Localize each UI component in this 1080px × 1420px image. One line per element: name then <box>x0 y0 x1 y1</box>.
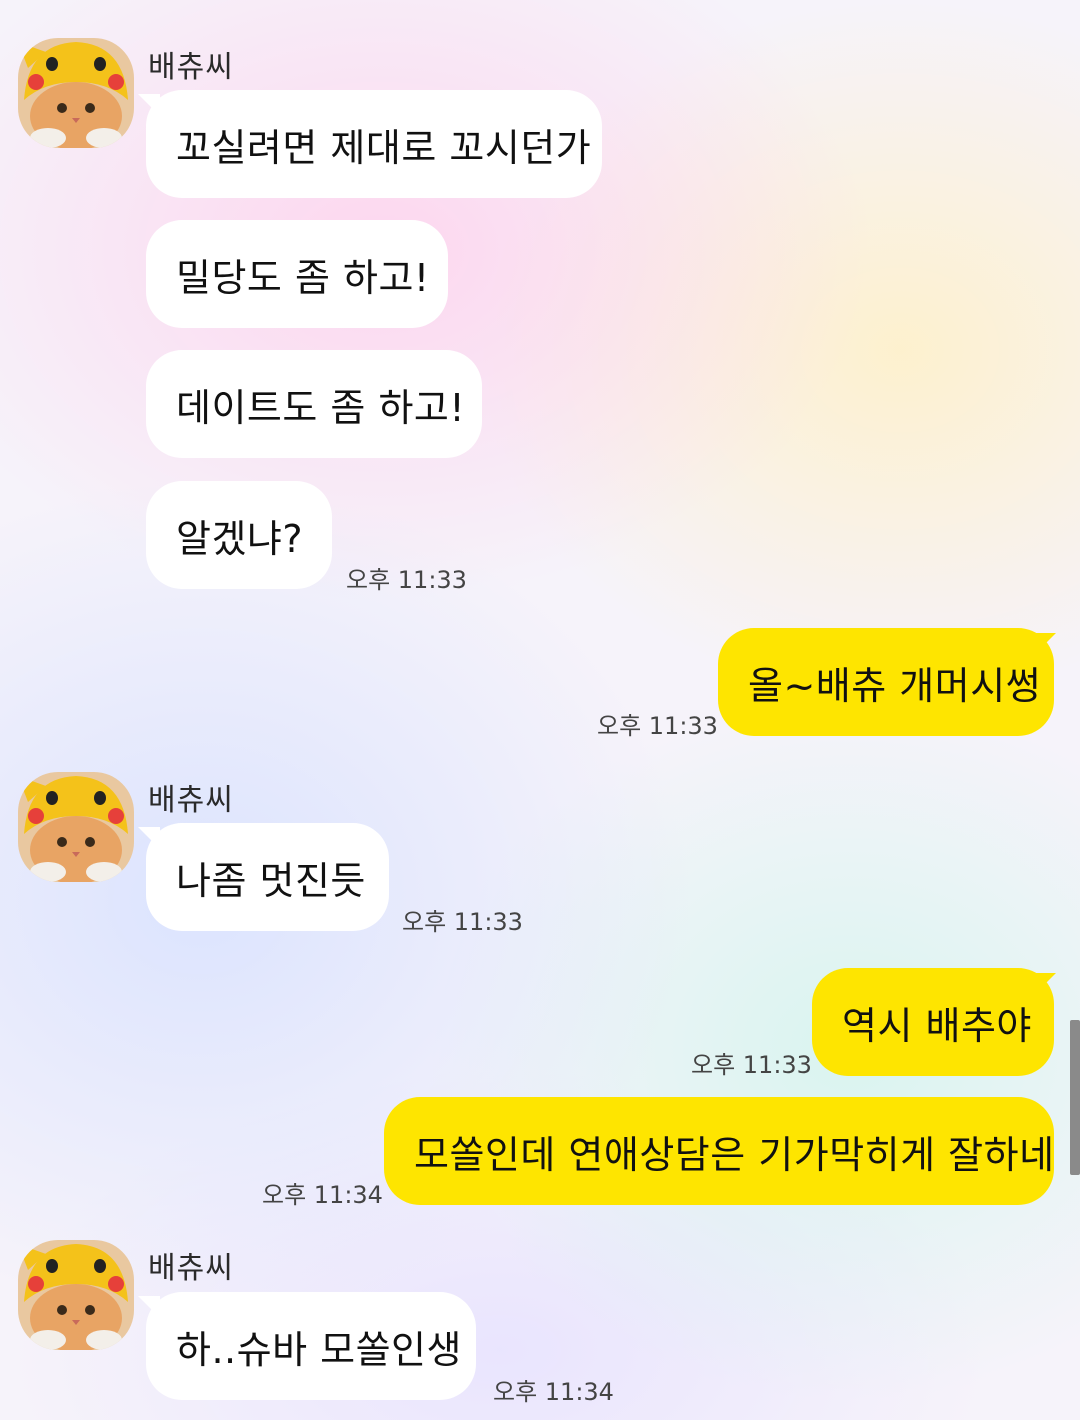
message-timestamp: 오후 11:34 <box>493 1378 614 1406</box>
sender-name: 배츄씨 <box>148 783 234 818</box>
message-bubble-incoming[interactable]: 데이트도 좀 하고! <box>146 350 482 458</box>
chat-area[interactable]: 배츄씨 꼬실려면 제대로 꼬시던가 밀당도 좀 하고! 데이트도 좀 하고! 알… <box>0 0 1080 1420</box>
cat-avatar-icon <box>18 1240 134 1350</box>
message-timestamp: 오후 11:33 <box>691 1051 812 1079</box>
sender-name: 배츄씨 <box>148 50 234 85</box>
message-timestamp: 오후 11:33 <box>402 908 523 936</box>
sender-avatar[interactable] <box>18 772 134 882</box>
scrollbar[interactable] <box>1070 1020 1080 1175</box>
cat-avatar-icon <box>18 772 134 882</box>
message-timestamp: 오후 11:33 <box>346 566 467 594</box>
message-timestamp: 오후 11:34 <box>262 1181 383 1209</box>
message-bubble-outgoing[interactable]: 역시 배추야 <box>812 968 1054 1076</box>
cat-avatar-icon <box>18 38 134 148</box>
message-bubble-incoming[interactable]: 꼬실려면 제대로 꼬시던가 <box>146 90 602 198</box>
sender-name: 배츄씨 <box>148 1251 234 1286</box>
sender-avatar[interactable] <box>18 1240 134 1350</box>
sender-avatar[interactable] <box>18 38 134 148</box>
message-bubble-incoming[interactable]: 하..슈바 모쏠인생 <box>146 1292 476 1400</box>
message-bubble-outgoing[interactable]: 모쏠인데 연애상담은 기가막히게 잘하네 <box>384 1097 1054 1205</box>
message-timestamp: 오후 11:33 <box>597 712 718 740</box>
message-bubble-incoming[interactable]: 나좀 멋진듯 <box>146 823 389 931</box>
message-bubble-incoming[interactable]: 밀당도 좀 하고! <box>146 220 448 328</box>
message-bubble-incoming[interactable]: 알겠냐? <box>146 481 332 589</box>
message-bubble-outgoing[interactable]: 올~배츄 개머시썽 <box>718 628 1054 736</box>
